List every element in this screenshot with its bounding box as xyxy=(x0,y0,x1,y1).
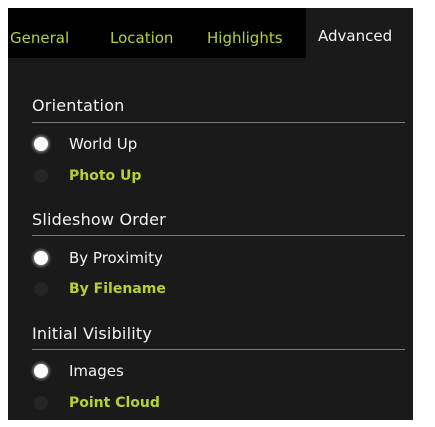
radio-button-checked[interactable] xyxy=(34,364,48,378)
tab-advanced[interactable]: Advanced xyxy=(306,8,413,58)
option-label: Point Cloud xyxy=(69,395,160,411)
section-divider xyxy=(32,235,405,236)
option-label: By Proximity xyxy=(69,249,163,267)
section-title-slideshow-order: Slideshow Order xyxy=(32,210,166,229)
option-label: By Filename xyxy=(69,281,166,297)
radio-button-unchecked[interactable] xyxy=(34,396,48,410)
advanced-settings-panel: General Location Highlights Advanced Ori… xyxy=(8,8,413,420)
radio-button-checked[interactable] xyxy=(34,251,48,265)
radio-option-photo-up[interactable]: Photo Up xyxy=(34,166,234,188)
tab-highlights[interactable]: Highlights xyxy=(204,8,306,58)
tab-general[interactable]: General xyxy=(8,8,104,58)
section-title-orientation: Orientation xyxy=(32,96,125,115)
option-label: World Up xyxy=(69,135,138,153)
radio-button-checked[interactable] xyxy=(34,137,48,151)
option-label: Images xyxy=(69,362,124,380)
section-divider xyxy=(32,122,405,123)
radio-button-unchecked[interactable] xyxy=(34,169,48,183)
section-divider xyxy=(32,349,405,350)
radio-option-by-filename[interactable]: By Filename xyxy=(34,279,234,301)
option-label: Photo Up xyxy=(69,168,142,184)
tab-bar: General Location Highlights Advanced xyxy=(8,8,413,58)
radio-button-unchecked[interactable] xyxy=(34,282,48,296)
section-title-initial-visibility: Initial Visibility xyxy=(32,324,153,343)
radio-option-world-up[interactable]: World Up xyxy=(34,134,234,156)
tab-location[interactable]: Location xyxy=(104,8,204,58)
radio-option-point-cloud[interactable]: Point Cloud xyxy=(34,393,234,415)
radio-option-by-proximity[interactable]: By Proximity xyxy=(34,248,234,270)
radio-option-images[interactable]: Images xyxy=(34,361,234,383)
